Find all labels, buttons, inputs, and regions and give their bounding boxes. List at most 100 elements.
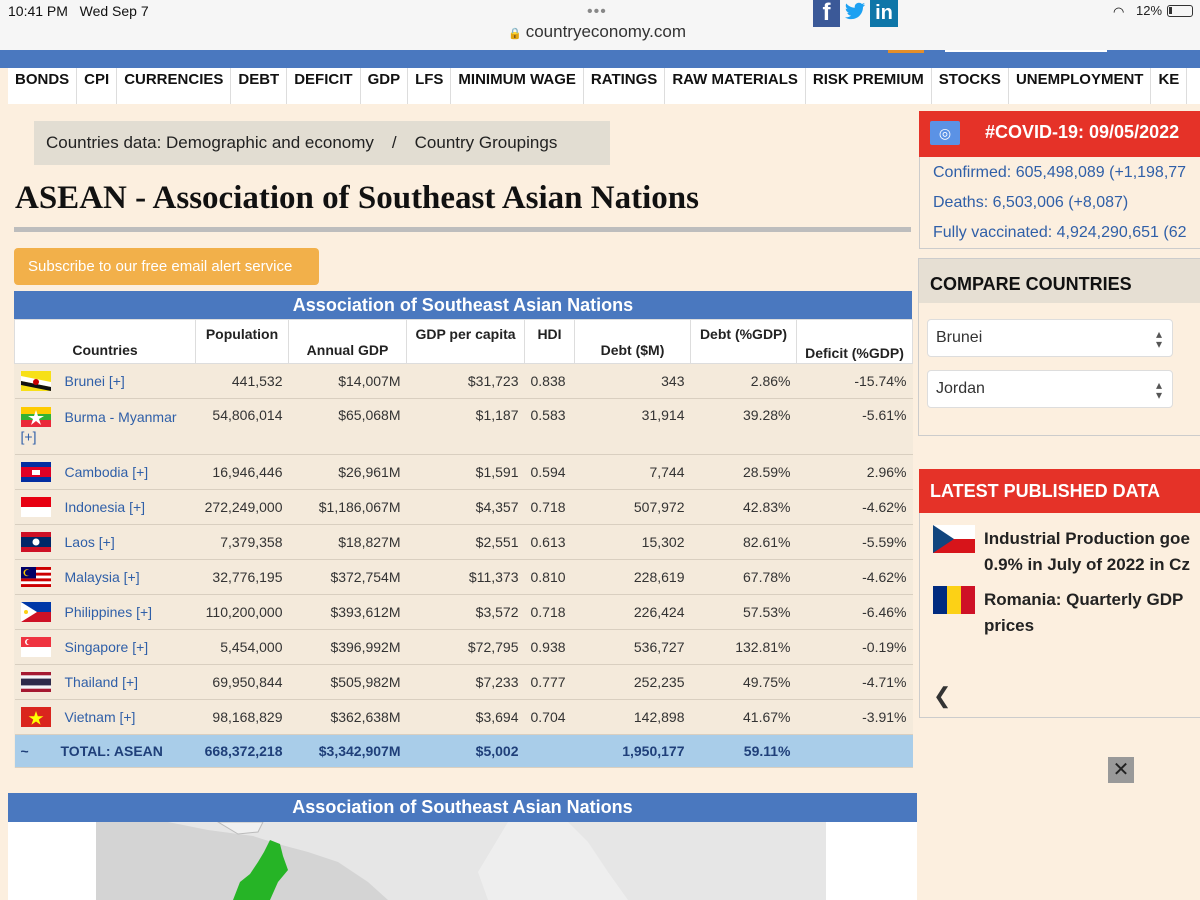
- debt-cell: 226,424: [574, 594, 691, 630]
- country-link[interactable]: Singapore [+]: [65, 639, 149, 655]
- nav-stocks[interactable]: STOCKS: [932, 68, 1009, 104]
- singapore-flag-icon: [20, 637, 51, 657]
- total-label-cell: ~ TOTAL: ASEAN: [14, 734, 196, 768]
- asean-table: Association of Southeast Asian Nations C…: [14, 291, 913, 768]
- nav-risk-premium[interactable]: RISK PREMIUM: [806, 68, 932, 104]
- battery-percent: 12%: [1136, 3, 1163, 18]
- total-gdp: $3,342,907M: [288, 734, 407, 768]
- debt-cell: 228,619: [574, 559, 691, 595]
- header-hdi[interactable]: HDI: [524, 319, 575, 364]
- header-debt-gdp[interactable]: Debt (%GDP): [690, 319, 797, 364]
- nav-more[interactable]: KE: [1151, 68, 1188, 104]
- vietnam-flag-icon: [20, 707, 51, 727]
- nav-minimum-wage[interactable]: MINIMUM WAGE: [451, 68, 584, 104]
- czech-flag-icon: [933, 525, 975, 553]
- header-deficit[interactable]: Deficit (%GDP): [796, 319, 913, 364]
- news-line: 0.9% in July of 2022 in Cz: [984, 555, 1190, 574]
- address-bar[interactable]: 🔒 countryeconomy.com: [508, 22, 686, 42]
- debt-percent-cell: 2.86%: [690, 363, 797, 399]
- covid-vaccinated[interactable]: Fully vaccinated: 4,924,290,651 (62: [933, 224, 1187, 242]
- news-item-romania-gdp[interactable]: Romania: Quarterly GDP prices: [984, 587, 1183, 639]
- debt-cell: 7,744: [574, 454, 691, 490]
- total-row: ~ TOTAL: ASEAN 668,372,218 $3,342,907M $5…: [14, 734, 913, 768]
- country-link[interactable]: Cambodia [+]: [65, 464, 149, 480]
- compare-country-1-value: Brunei: [936, 329, 983, 346]
- covid-deaths[interactable]: Deaths: 6,503,006 (+8,087): [933, 194, 1128, 212]
- compare-countries-panel: COMPARE COUNTRIES Brunei ▴ ▾ Jordan ▴ ▾: [918, 258, 1200, 436]
- tab-dots-icon[interactable]: •••: [587, 3, 607, 21]
- header-annual-gdp[interactable]: Annual GDP: [288, 319, 407, 364]
- chevron-updown-icon: ▴ ▾: [1155, 327, 1162, 351]
- country-link[interactable]: Laos [+]: [65, 534, 115, 550]
- un-logo-icon: ◎: [930, 121, 960, 145]
- gdp-cell: $65,068M: [288, 398, 407, 455]
- deficit-cell: -6.46%: [796, 594, 913, 630]
- hdi-cell: 0.838: [524, 363, 575, 399]
- nav-gdp[interactable]: GDP: [361, 68, 409, 104]
- hdi-cell: 0.718: [524, 594, 575, 630]
- covid-confirmed[interactable]: Confirmed: 605,498,089 (+1,198,77: [933, 164, 1186, 182]
- debt-percent-cell: 132.81%: [690, 629, 797, 665]
- country-link[interactable]: Thailand [+]: [65, 674, 139, 690]
- total-debt-percent: 59.11%: [690, 734, 797, 768]
- linkedin-icon[interactable]: in: [870, 0, 898, 27]
- debt-cell: 252,235: [574, 664, 691, 700]
- nav-debt[interactable]: DEBT: [231, 68, 288, 104]
- hdi-cell: 0.583: [524, 398, 575, 455]
- population-cell: 7,379,358: [195, 524, 289, 560]
- close-icon[interactable]: ✕: [1108, 757, 1134, 783]
- nav-currencies[interactable]: CURRENCIES: [117, 68, 232, 104]
- compare-country-1-select[interactable]: Brunei ▴ ▾: [927, 319, 1173, 357]
- asean-map[interactable]: [8, 822, 917, 900]
- nav-ratings[interactable]: RATINGS: [584, 68, 666, 104]
- map-graphic: [96, 822, 826, 900]
- nav-lfs[interactable]: LFS: [408, 68, 452, 104]
- latest-data-panel: Industrial Production goe 0.9% in July o…: [919, 513, 1200, 718]
- subscribe-button[interactable]: Subscribe to our free email alert servic…: [14, 248, 319, 285]
- gdp-per-capita-cell: $3,694: [406, 699, 525, 735]
- news-item-industrial-production[interactable]: Industrial Production goe 0.9% in July o…: [984, 526, 1190, 578]
- country-cell: Vietnam [+]: [14, 699, 196, 735]
- header-gdp-per-capita[interactable]: GDP per capita: [406, 319, 525, 364]
- table-row: Laos [+] 7,379,358 $18,827M $2,551 0.613…: [14, 524, 913, 560]
- population-cell: 5,454,000: [195, 629, 289, 665]
- country-link[interactable]: Brunei [+]: [65, 373, 125, 389]
- twitter-icon[interactable]: [844, 0, 866, 28]
- title-divider: [14, 227, 911, 232]
- compare-country-2-select[interactable]: Jordan ▴ ▾: [927, 370, 1173, 408]
- debt-percent-cell: 67.78%: [690, 559, 797, 595]
- gdp-cell: $372,754M: [288, 559, 407, 595]
- nav-deficit[interactable]: DEFICIT: [287, 68, 361, 104]
- breadcrumb-demographic-economy[interactable]: Countries data: Demographic and economy: [34, 133, 374, 153]
- news-line: Romania: Quarterly GDP: [984, 590, 1184, 609]
- country-link[interactable]: Malaysia [+]: [65, 569, 140, 585]
- country-cell: Indonesia [+]: [14, 489, 196, 525]
- country-cell: Philippines [+]: [14, 594, 196, 630]
- header-population[interactable]: Population: [195, 319, 289, 364]
- table-row: Indonesia [+] 272,249,000 $1,186,067M $4…: [14, 489, 913, 525]
- nav-cpi[interactable]: CPI: [77, 68, 118, 104]
- covid-header[interactable]: ◎ #COVID-19: 09/05/2022: [919, 111, 1200, 157]
- nav-unemployment[interactable]: UNEMPLOYMENT: [1009, 68, 1152, 104]
- breadcrumb-country-groupings[interactable]: Country Groupings: [415, 133, 558, 153]
- gdp-cell: $14,007M: [288, 363, 407, 399]
- header-debt-m[interactable]: Debt ($M): [574, 319, 691, 364]
- nav-raw-materials[interactable]: RAW MATERIALS: [665, 68, 806, 104]
- country-link[interactable]: Indonesia [+]: [65, 499, 146, 515]
- header-orange-accent: [888, 50, 924, 53]
- main-nav: BONDS CPI CURRENCIES DEBT DEFICIT GDP LF…: [8, 68, 1200, 104]
- facebook-icon[interactable]: f: [813, 0, 840, 27]
- chevron-left-icon[interactable]: ❮: [933, 683, 951, 709]
- country-link[interactable]: Vietnam [+]: [65, 709, 136, 725]
- table-row: Cambodia [+] 16,946,446 $26,961M $1,591 …: [14, 454, 913, 490]
- deficit-cell: -3.91%: [796, 699, 913, 735]
- header-countries[interactable]: Countries: [14, 319, 196, 364]
- population-cell: 16,946,446: [195, 454, 289, 490]
- debt-percent-cell: 39.28%: [690, 398, 797, 455]
- covid-title: #COVID-19: 09/05/2022: [985, 122, 1180, 142]
- nav-bonds[interactable]: BONDS: [8, 68, 78, 104]
- debt-cell: 142,898: [574, 699, 691, 735]
- laos-flag-icon: [20, 532, 51, 552]
- country-cell: Laos [+]: [14, 524, 196, 560]
- country-link[interactable]: Philippines [+]: [65, 604, 153, 620]
